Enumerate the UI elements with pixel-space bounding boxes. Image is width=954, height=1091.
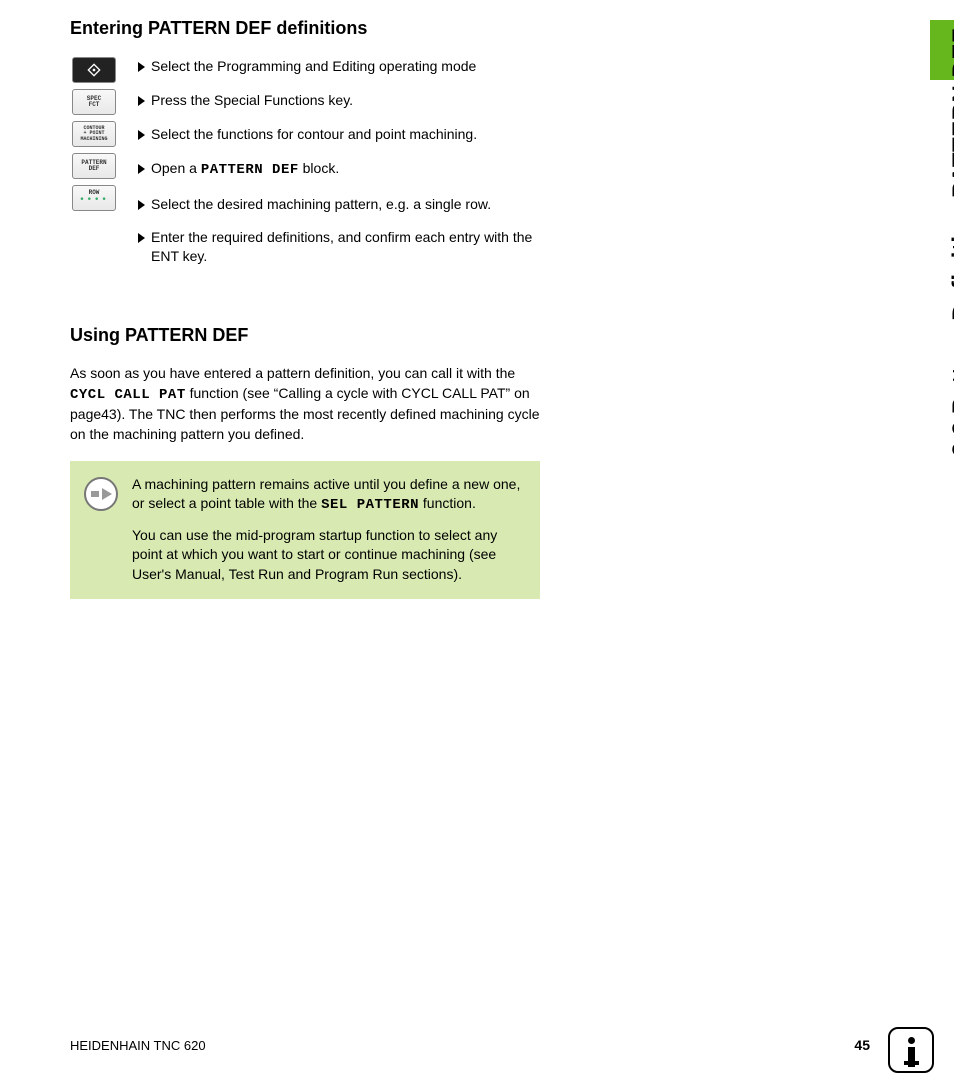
spec-fct-softkey-icon: SPEC FCT <box>72 89 116 115</box>
note-paragraph: You can use the mid-program startup func… <box>132 526 526 585</box>
side-tab-label: 2.2 Pattern Definition PATTERN DEF <box>948 28 954 456</box>
step-text: Open a PATTERN DEF block. <box>151 159 540 180</box>
bullet-triangle-icon <box>138 130 145 140</box>
softkey-icon-column: SPEC FCT CONTOUR + POINT MACHINING PATTE… <box>70 57 118 281</box>
programming-mode-icon <box>72 57 116 83</box>
section-1-heading: Entering PATTERN DEF definitions <box>70 18 540 39</box>
step-item: Select the Programming and Editing opera… <box>138 57 540 76</box>
main-content: Entering PATTERN DEF definitions SPEC FC… <box>70 18 540 599</box>
step-text: Select the Programming and Editing opera… <box>151 57 540 76</box>
step-text: Select the desired machining pattern, e.… <box>151 195 540 214</box>
bullet-triangle-icon <box>138 164 145 174</box>
para-mono: CYCL CALL PAT <box>70 387 186 403</box>
row-softkey-dots-icon: •••• <box>79 196 109 205</box>
step-item: Open a PATTERN DEF block. <box>138 159 540 180</box>
pattern-def-softkey-icon: PATTERN DEF <box>72 153 116 179</box>
note-p1-post: function. <box>419 495 476 511</box>
note-box: A machining pattern remains active until… <box>70 461 540 599</box>
info-foot <box>904 1061 919 1065</box>
step-text-prefix: Open a <box>151 160 201 176</box>
page-footer: HEIDENHAIN TNC 620 45 <box>70 1037 870 1053</box>
steps-block: SPEC FCT CONTOUR + POINT MACHINING PATTE… <box>70 57 540 281</box>
info-icon <box>888 1027 934 1073</box>
arrow-stem <box>91 491 99 497</box>
step-item: Press the Special Functions key. <box>138 91 540 110</box>
footer-page-number: 45 <box>854 1037 870 1053</box>
bullet-triangle-icon <box>138 200 145 210</box>
row-softkey-icon: ROW •••• <box>72 185 116 211</box>
step-text-mono: PATTERN DEF <box>201 162 299 178</box>
step-text: Select the functions for contour and poi… <box>151 125 540 144</box>
step-text: Enter the required definitions, and conf… <box>151 228 540 266</box>
arrow-head <box>102 488 112 500</box>
side-tab: 2.2 Pattern Definition PATTERN DEF <box>920 20 954 510</box>
note-paragraph: A machining pattern remains active until… <box>132 475 526 516</box>
bullet-triangle-icon <box>138 233 145 243</box>
para-pre: As soon as you have entered a pattern de… <box>70 365 515 381</box>
steps-list: Select the Programming and Editing opera… <box>138 57 540 281</box>
step-item: Enter the required definitions, and conf… <box>138 228 540 266</box>
page: 2.2 Pattern Definition PATTERN DEF Enter… <box>0 0 954 1091</box>
step-item: Select the functions for contour and poi… <box>138 125 540 144</box>
contour-point-machining-softkey-icon: CONTOUR + POINT MACHINING <box>72 121 116 147</box>
note-p1-mono: SEL PATTERN <box>321 497 419 513</box>
section-2: Using PATTERN DEF As soon as you have en… <box>70 325 540 598</box>
bullet-triangle-icon <box>138 62 145 72</box>
bullet-triangle-icon <box>138 96 145 106</box>
step-text: Press the Special Functions key. <box>151 91 540 110</box>
section-2-paragraph: As soon as you have entered a pattern de… <box>70 364 540 444</box>
footer-doc-title: HEIDENHAIN TNC 620 <box>70 1038 206 1053</box>
step-item: Select the desired machining pattern, e.… <box>138 195 540 214</box>
step-text-suffix: block. <box>299 160 339 176</box>
section-2-heading: Using PATTERN DEF <box>70 325 540 346</box>
note-text: A machining pattern remains active until… <box>132 475 526 585</box>
info-dot <box>908 1037 915 1044</box>
note-arrow-icon <box>84 477 118 511</box>
